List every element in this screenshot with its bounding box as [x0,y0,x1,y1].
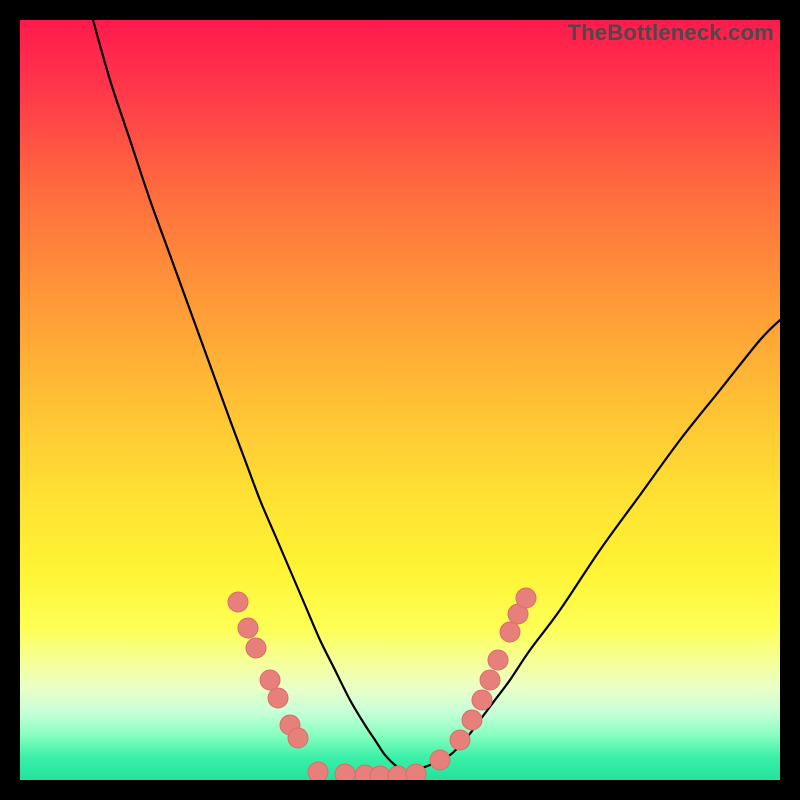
data-marker [472,690,492,710]
data-marker [462,710,482,730]
data-marker [406,764,426,780]
data-marker [370,766,390,780]
bottleneck-curve [93,20,780,772]
data-marker [480,670,500,690]
bottleneck-plot [20,20,780,780]
watermark-text: TheBottleneck.com [568,20,774,46]
data-marker [228,592,248,612]
data-marker [430,750,450,770]
data-marker [335,764,355,780]
data-marker [488,650,508,670]
data-marker [388,766,408,780]
data-marker [268,688,288,708]
data-marker [238,618,258,638]
data-marker [450,730,470,750]
data-marker [308,762,328,780]
data-marker [260,670,280,690]
data-marker [516,588,536,608]
chart-frame: TheBottleneck.com [20,20,780,780]
data-marker [288,728,308,748]
data-marker [246,638,266,658]
data-marker [500,622,520,642]
